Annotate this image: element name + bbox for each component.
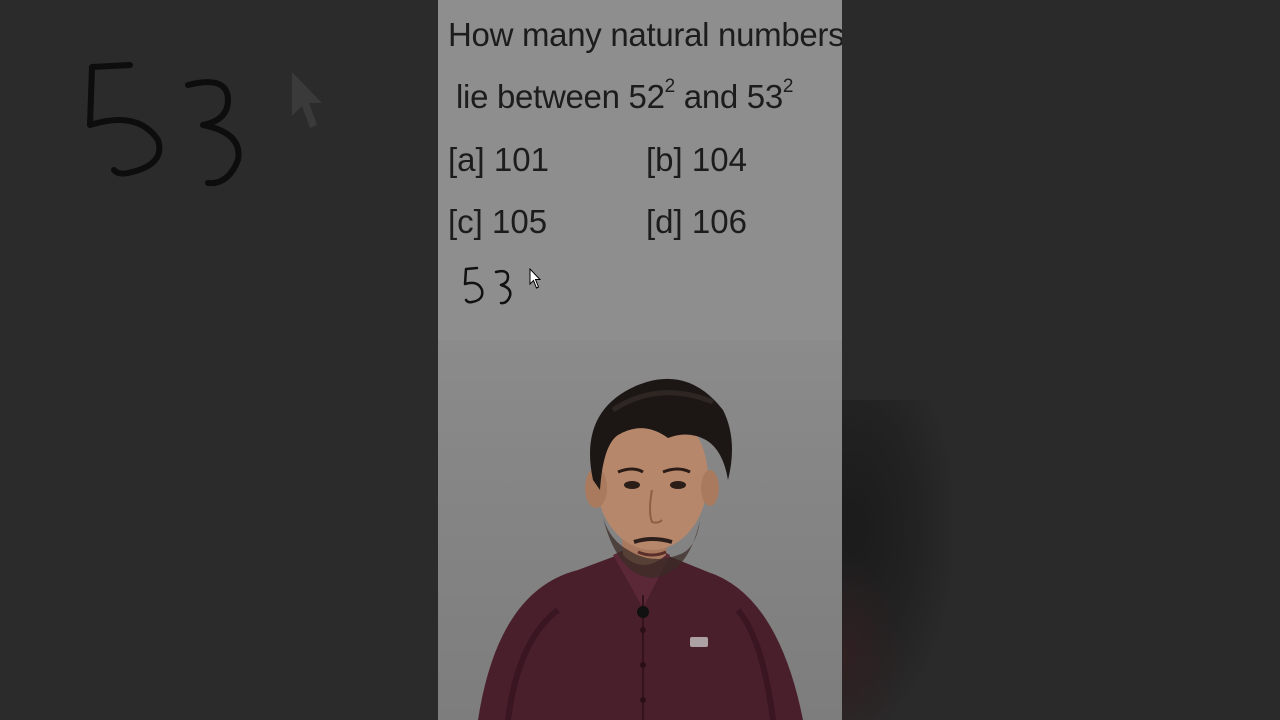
shirt-logo bbox=[690, 637, 708, 647]
question-line-1: How many natural numbers bbox=[448, 16, 842, 53]
microphone-icon bbox=[637, 606, 649, 618]
handwriting-53 bbox=[463, 266, 512, 305]
short-video-frame: How many natural numbers lie between 522… bbox=[438, 0, 842, 720]
ghost-handwriting-53 bbox=[87, 62, 242, 187]
question-slide: How many natural numbers lie between 522… bbox=[438, 0, 842, 340]
option-d: [d] 106 bbox=[646, 203, 747, 240]
blurred-shirt bbox=[842, 560, 902, 720]
presenter bbox=[478, 378, 803, 720]
blurred-background-left bbox=[0, 0, 438, 720]
mouse-cursor-icon bbox=[529, 268, 541, 289]
question-line-2: lie between 522 and 532 bbox=[456, 76, 794, 115]
option-b: [b] 104 bbox=[646, 141, 747, 178]
webcam-overlay bbox=[438, 340, 842, 720]
ghost-cursor-icon bbox=[292, 72, 322, 128]
option-c: [c] 105 bbox=[448, 203, 548, 240]
option-a: [a] 101 bbox=[448, 141, 549, 178]
